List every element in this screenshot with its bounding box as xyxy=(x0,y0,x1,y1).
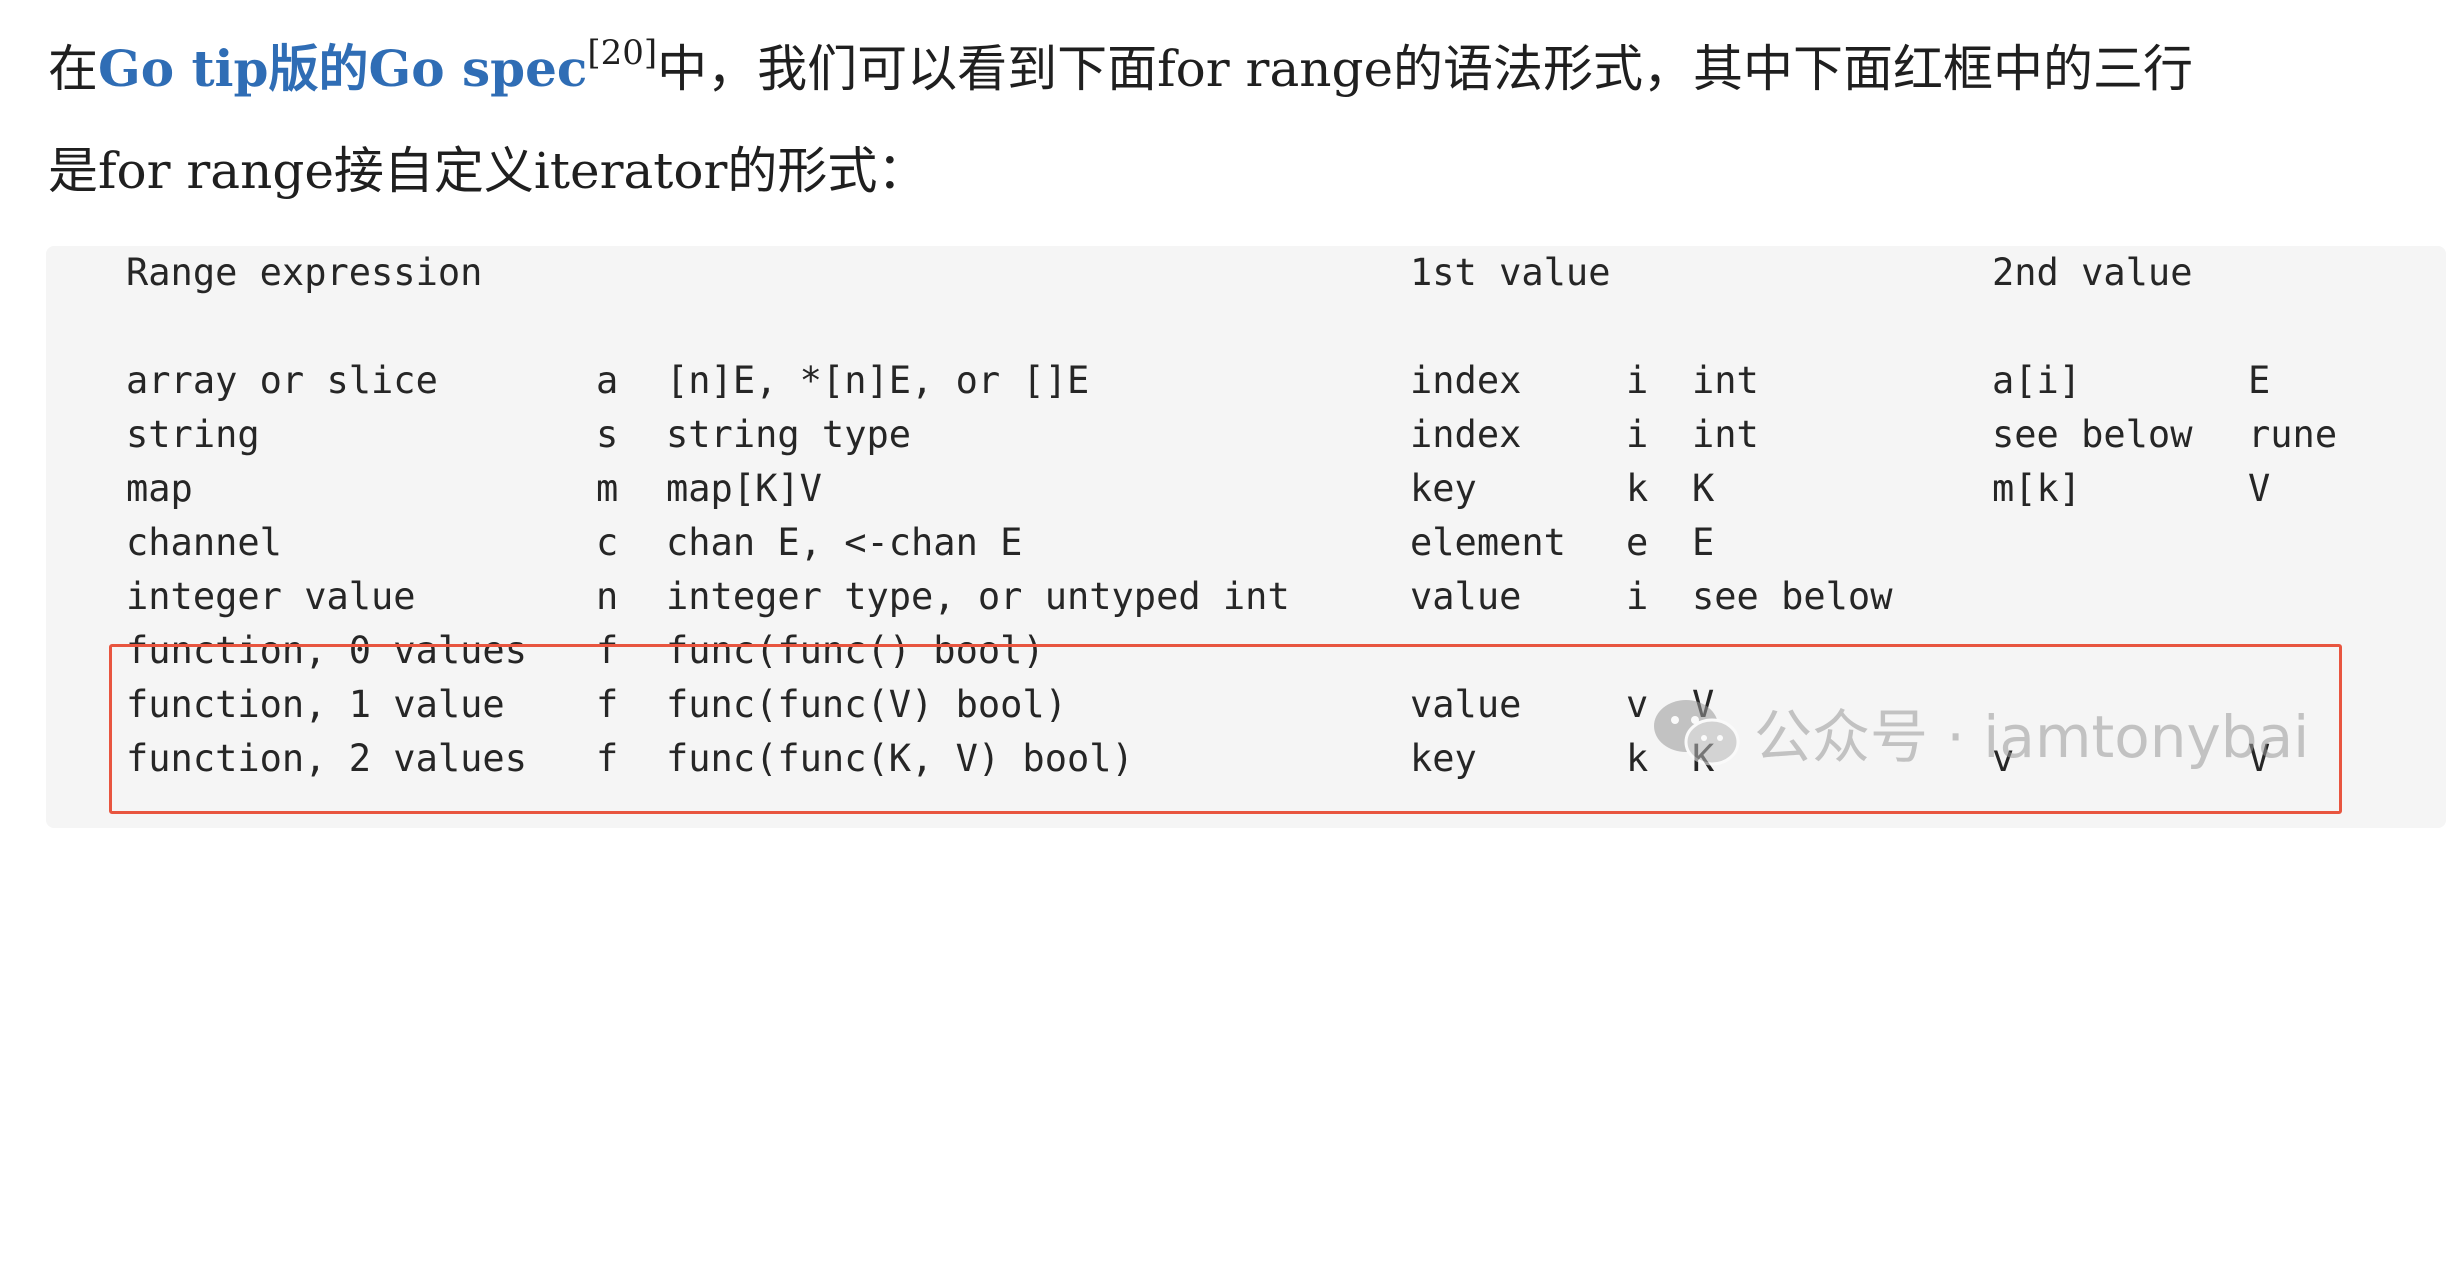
code-cell: index xyxy=(1410,413,1522,456)
code-cell: [n]E, *[n]E, or []E xyxy=(666,359,1090,402)
watermark-text: 公众号 · iamtonybai xyxy=(1754,703,2310,771)
code-cell: E xyxy=(2248,359,2271,402)
code-cell: map[K]V xyxy=(666,467,822,510)
intro-line1-suffix: 中，我们可以看到下面for range的语法形式，其中下面红框中的三行 xyxy=(657,40,2194,98)
code-cell: i xyxy=(1626,359,1649,402)
code-cell: a[i] xyxy=(1992,359,2082,402)
code-cell: map xyxy=(126,467,193,510)
code-cell: element xyxy=(1410,521,1566,564)
header-first-value: 1st value xyxy=(1410,251,1611,294)
watermark: 公众号 · iamtonybai xyxy=(1650,690,2309,774)
code-cell: k xyxy=(1626,467,1649,510)
code-cell: int xyxy=(1692,359,1759,402)
intro-paragraph: 在Go tip版的Go spec[20]中，我们可以看到下面for range的… xyxy=(48,18,2428,222)
code-cell: m xyxy=(596,467,619,510)
code-cell: see below xyxy=(1992,413,2193,456)
wechat-icon xyxy=(1654,700,1740,766)
code-cell: see below xyxy=(1692,575,1893,618)
code-cell: key xyxy=(1410,467,1477,510)
code-header-row: Range expression 1st value 2nd value xyxy=(46,246,2192,300)
code-cell: string type xyxy=(666,413,912,456)
code-cell: a xyxy=(596,359,619,402)
code-row-string: string s string type index i int see bel… xyxy=(46,408,2337,462)
code-cell: n xyxy=(596,575,619,618)
code-row-map: map m map[K]V key k K m[k] V xyxy=(46,462,2270,516)
code-cell: channel xyxy=(126,521,282,564)
code-cell: string xyxy=(126,413,260,456)
code-cell: m[k] xyxy=(1992,467,2082,510)
code-cell: rune xyxy=(2248,413,2338,456)
code-cell: K xyxy=(1692,467,1715,510)
code-cell: e xyxy=(1626,521,1649,564)
code-cell: index xyxy=(1410,359,1522,402)
code-cell: chan E, <-chan E xyxy=(666,521,1023,564)
code-row-channel: channel c chan E, <-chan E element e E xyxy=(46,516,1714,570)
code-cell: array or slice xyxy=(126,359,438,402)
code-cell: s xyxy=(596,413,619,456)
code-row-integer: integer value n integer type, or untyped… xyxy=(46,570,1892,624)
code-cell: integer value xyxy=(126,575,416,618)
code-cell: V xyxy=(2248,467,2271,510)
header-second-value: 2nd value xyxy=(1992,251,2193,294)
code-cell: i xyxy=(1626,413,1649,456)
intro-line2: 是for range接自定义iterator的形式： xyxy=(48,142,928,200)
code-cell: i xyxy=(1626,575,1649,618)
code-cell: int xyxy=(1692,413,1759,456)
code-cell: E xyxy=(1692,521,1715,564)
code-cell: value xyxy=(1410,575,1522,618)
go-spec-link[interactable]: Go tip版的Go spec xyxy=(98,39,587,98)
code-cell: integer type, or untyped int xyxy=(666,575,1290,618)
code-cell: c xyxy=(596,521,619,564)
intro-prefix: 在 xyxy=(48,40,98,98)
citation-ref[interactable]: [20] xyxy=(587,33,657,73)
header-range-expression: Range expression xyxy=(126,251,483,294)
code-row-array: array or slice a [n]E, *[n]E, or []E ind… xyxy=(46,354,2270,408)
